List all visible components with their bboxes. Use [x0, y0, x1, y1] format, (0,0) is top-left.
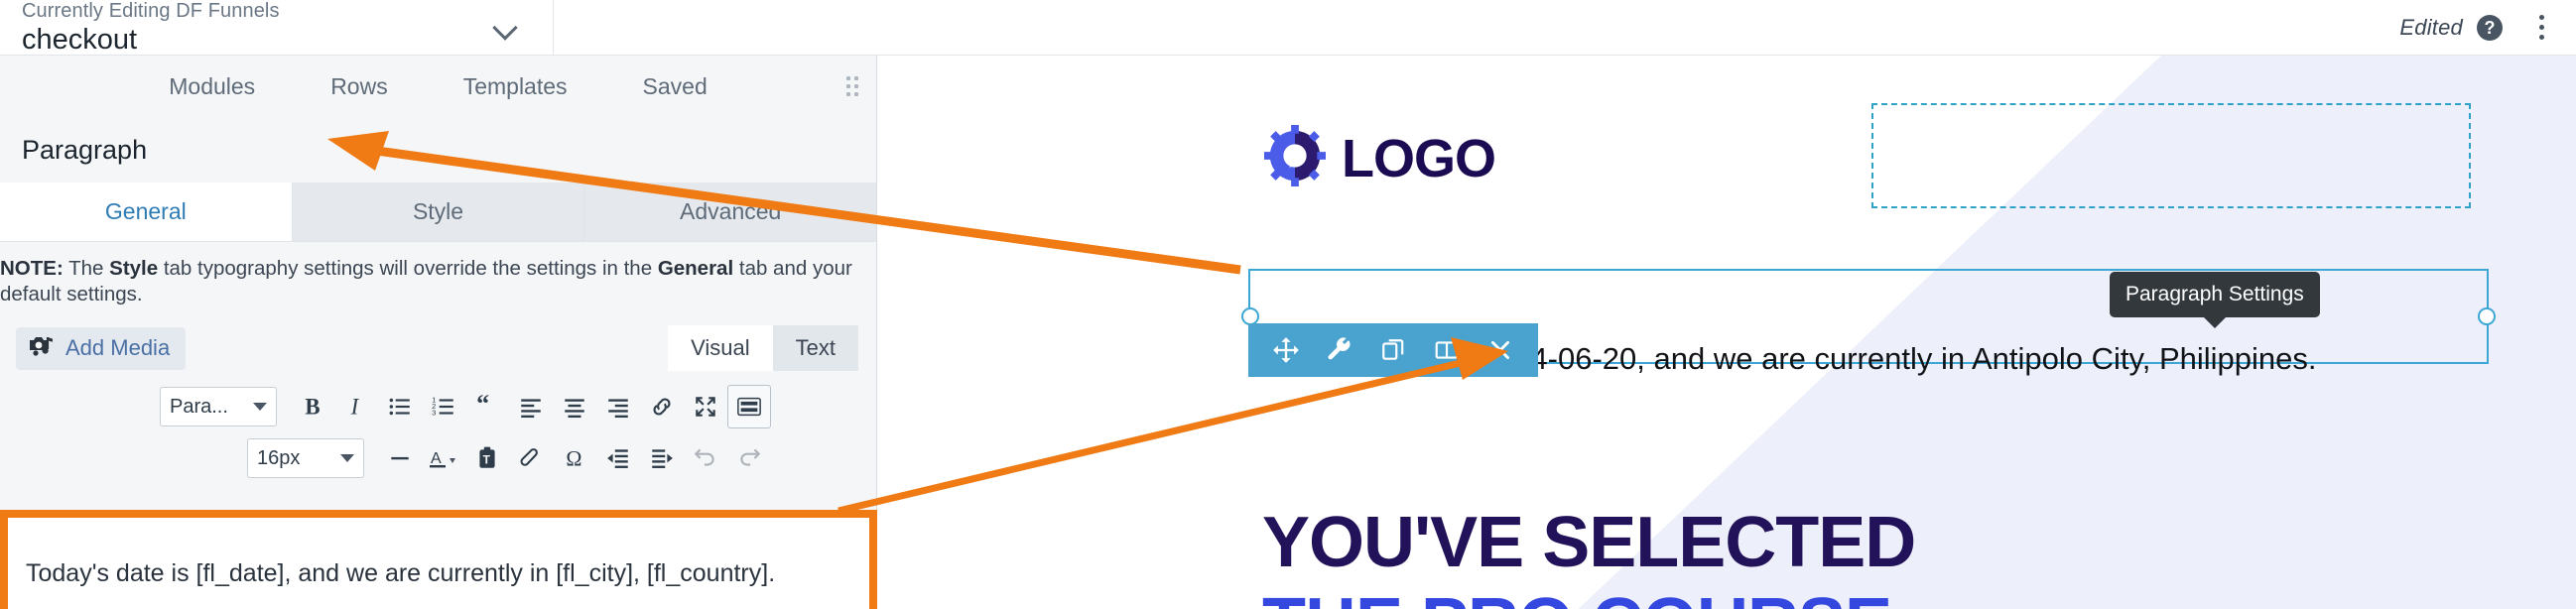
settings-panel: Modules Rows Templates Saved Paragraph G…	[0, 56, 877, 609]
font-size-value: 16px	[257, 446, 301, 469]
editor-content-text: Today's date is [fl_date], and we are cu…	[26, 559, 776, 587]
panel-tab-templates[interactable]: Templates	[426, 56, 605, 117]
column-icon[interactable]	[1421, 323, 1473, 377]
add-media-button[interactable]: Add Media	[16, 326, 187, 370]
page-preview: LOGO Paragraph Settings Today's date is …	[879, 56, 2576, 609]
svg-text:I: I	[350, 395, 360, 420]
paragraph-format-select[interactable]: Para...	[160, 387, 277, 426]
add-media-label: Add Media	[65, 335, 171, 360]
note-part2: tab typography settings will override th…	[158, 257, 658, 280]
add-media-icon	[28, 334, 54, 363]
text-color-icon[interactable]: A	[422, 436, 465, 480]
editor-toolbar-row-1: Para... B I 1 2 3 “	[0, 381, 876, 432]
panel-tab-bar: Modules Rows Templates Saved	[0, 56, 876, 117]
svg-text:Ω: Ω	[566, 447, 581, 471]
keyboard-icon[interactable]	[727, 385, 771, 428]
preview-headline-line-1: YOU'VE SELECTED	[1262, 503, 1916, 582]
outdent-icon[interactable]	[596, 436, 640, 480]
help-icon[interactable]: ?	[2477, 14, 2503, 41]
align-right-icon[interactable]	[596, 385, 640, 428]
top-bar: Currently Editing DF Funnels checkout Ed…	[0, 0, 2576, 56]
indent-icon[interactable]	[640, 436, 684, 480]
svg-text:B: B	[305, 395, 320, 420]
currently-editing-name: checkout	[22, 23, 138, 56]
module-resize-handle-right[interactable]	[2478, 307, 2496, 325]
special-character-icon[interactable]: Ω	[553, 436, 596, 480]
italic-icon[interactable]: I	[334, 385, 378, 428]
editor-content-highlight: Today's date is [fl_date], and we are cu…	[0, 510, 877, 609]
tab-visual[interactable]: Visual	[668, 325, 773, 371]
svg-text:3: 3	[432, 409, 436, 418]
move-icon[interactable]	[1260, 323, 1312, 377]
undo-icon[interactable]	[684, 436, 727, 480]
duplicate-icon[interactable]	[1367, 323, 1419, 377]
paste-as-text-icon[interactable]: T	[465, 436, 509, 480]
clear-formatting-icon[interactable]	[509, 436, 553, 480]
link-icon[interactable]	[640, 385, 684, 428]
panel-tab-rows[interactable]: Rows	[293, 56, 426, 117]
editor-view-tabs: Visual Text	[668, 325, 858, 371]
paragraph-format-value: Para...	[170, 395, 228, 418]
panel-tab-modules[interactable]: Modules	[131, 56, 293, 117]
note-emphasis-style: Style	[109, 257, 159, 280]
gear-logo-icon	[1264, 125, 1326, 191]
bold-icon[interactable]: B	[291, 385, 334, 428]
wrench-settings-icon[interactable]	[1314, 323, 1365, 377]
align-center-icon[interactable]	[553, 385, 596, 428]
note-prefix: NOTE:	[0, 257, 64, 280]
tab-general[interactable]: General	[0, 183, 293, 241]
editor-top-row: Add Media Visual Text	[0, 315, 876, 377]
panel-tab-saved[interactable]: Saved	[605, 56, 745, 117]
chevron-down-icon[interactable]	[493, 15, 519, 41]
redo-icon[interactable]	[727, 436, 771, 480]
close-icon[interactable]	[1475, 323, 1526, 377]
empty-column-placeholder[interactable]	[1871, 103, 2471, 208]
editor-textarea[interactable]: Today's date is [fl_date], and we are cu…	[8, 518, 869, 609]
kebab-menu-icon[interactable]	[2526, 10, 2556, 46]
site-logo: LOGO	[1264, 125, 1496, 191]
bulleted-list-icon[interactable]	[378, 385, 422, 428]
align-left-icon[interactable]	[509, 385, 553, 428]
blockquote-icon[interactable]: “	[465, 385, 509, 428]
tab-advanced[interactable]: Advanced	[584, 183, 877, 241]
logo-text: LOGO	[1342, 128, 1496, 188]
svg-text:T: T	[483, 452, 491, 466]
editor-toolbar-row-2: 16px A T Ω	[0, 432, 876, 484]
chevron-down-icon	[253, 403, 267, 411]
tooltip-paragraph-settings: Paragraph Settings	[2110, 272, 2320, 328]
top-bar-spacer	[554, 0, 2399, 55]
currently-editing-label: Currently Editing DF Funnels	[22, 0, 280, 22]
svg-text:A: A	[431, 450, 442, 467]
currently-editing-selector[interactable]: Currently Editing DF Funnels checkout	[0, 0, 554, 56]
font-size-select[interactable]: 16px	[247, 438, 364, 478]
top-bar-actions: Edited ?	[2399, 0, 2576, 55]
tab-text[interactable]: Text	[772, 325, 858, 371]
numbered-list-icon[interactable]: 1 2 3	[422, 385, 465, 428]
edited-status-text: Edited	[2399, 14, 2463, 40]
horizontal-rule-icon[interactable]	[378, 436, 422, 480]
fullscreen-icon[interactable]	[684, 385, 727, 428]
chevron-down-icon	[340, 454, 354, 462]
settings-tab-bar: General Style Advanced	[0, 183, 877, 242]
editor-toolbar: Para... B I 1 2 3 “ 16px A T Ω	[0, 377, 876, 490]
note-text: NOTE: The Style tab typography settings …	[0, 242, 876, 315]
tab-style[interactable]: Style	[292, 183, 585, 241]
preview-headline-line-2: THE PRO COURSE	[1262, 583, 1892, 609]
page-root: Currently Editing DF Funnels checkout Ed…	[0, 0, 2576, 609]
note-part1: The	[63, 257, 110, 280]
module-action-toolbar	[1248, 323, 1538, 377]
page-title: Paragraph	[0, 117, 876, 183]
svg-text:“: “	[476, 394, 489, 418]
panel-drag-handle[interactable]	[846, 76, 858, 96]
note-emphasis-general: General	[657, 257, 734, 280]
preview-content: LOGO Paragraph Settings Today's date is …	[879, 56, 2576, 609]
